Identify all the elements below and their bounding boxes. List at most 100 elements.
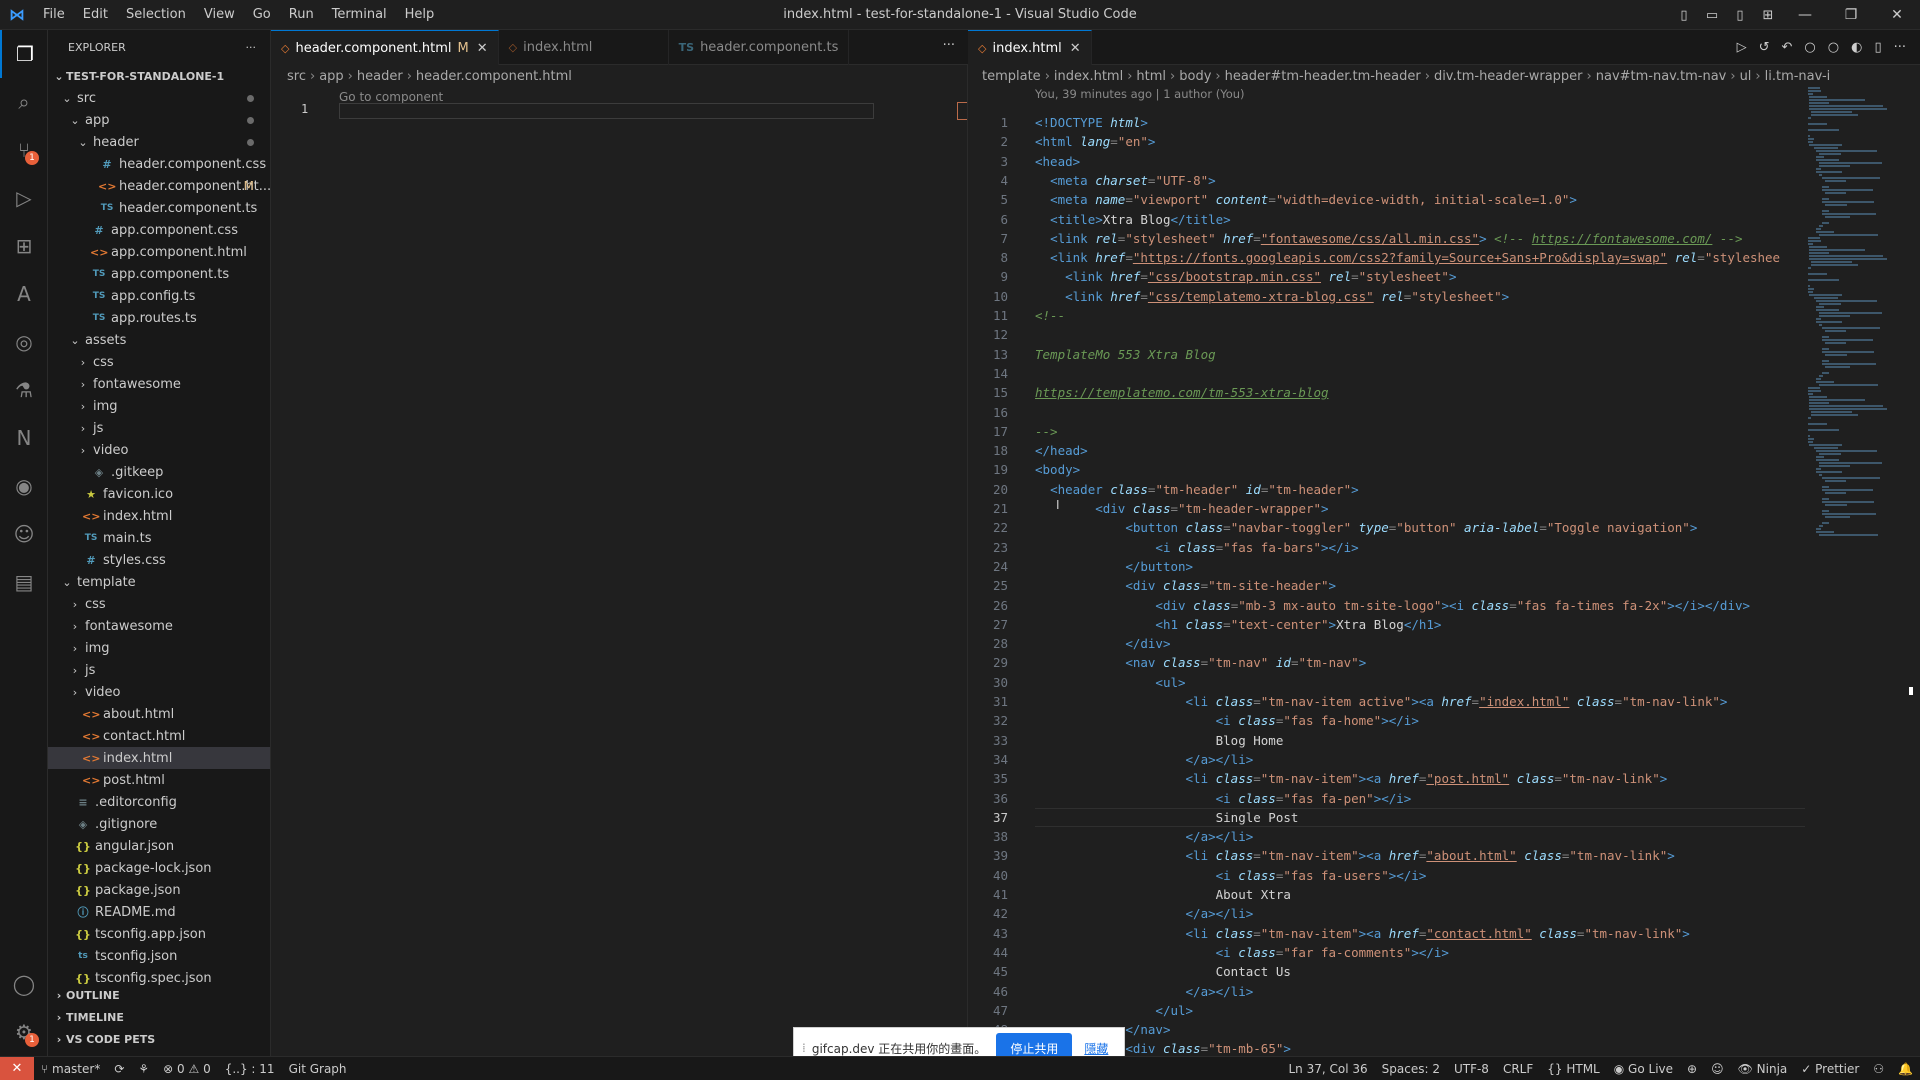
file-item[interactable]: <> header.component.ht... M [48, 175, 271, 197]
toggle-panel-icon[interactable]: ▭ [1698, 0, 1726, 30]
folder-item[interactable]: › js [48, 417, 270, 439]
git-graph-button[interactable]: Git Graph [282, 1062, 354, 1076]
extensions-icon[interactable]: ⊞ [0, 222, 48, 270]
breadcrumb-segment[interactable]: header [357, 69, 403, 84]
more-actions-icon[interactable]: ··· [1888, 40, 1912, 55]
tab-index-html[interactable]: ◇ index.html ✕ [968, 30, 1092, 65]
folder-item[interactable]: ⌄ src [48, 87, 270, 109]
menu-run[interactable]: Run [280, 0, 323, 30]
editor-more-actions-icon[interactable]: ··· [943, 38, 955, 53]
selection-indicator[interactable]: {..} : 11 [218, 1062, 282, 1076]
toggle-primary-sidebar-icon[interactable]: ▯ [1670, 0, 1698, 30]
file-item[interactable]: TS app.component.ts [48, 263, 270, 285]
tunnel-icon[interactable]: ⚘ [131, 1062, 156, 1076]
run-icon[interactable]: ▷ [1731, 40, 1753, 55]
customize-layout-icon[interactable]: ⊞ [1754, 0, 1782, 30]
line-endings[interactable]: CRLF [1496, 1062, 1540, 1076]
copilot-icon[interactable]: ☺ [0, 510, 48, 558]
timeline-section[interactable]: › TIMELINE [48, 1006, 271, 1028]
file-item[interactable]: TS app.config.ts [48, 285, 270, 307]
encoding[interactable]: UTF-8 [1447, 1062, 1496, 1076]
file-item[interactable]: TS main.ts [48, 527, 270, 549]
file-item[interactable]: # styles.css [48, 549, 270, 571]
file-item[interactable]: {} package-lock.json [48, 857, 270, 879]
angular-icon[interactable]: A [0, 270, 48, 318]
file-item[interactable]: <> app.component.html [48, 241, 270, 263]
menu-go[interactable]: Go [244, 0, 280, 30]
explorer-icon[interactable]: ❐ [0, 30, 48, 78]
folder-item[interactable]: ⌄ header [48, 131, 270, 153]
cursor-position[interactable]: Ln 37, Col 36 [1281, 1062, 1374, 1076]
tab-header-component-html[interactable]: ◇ header.component.html M ✕ [271, 30, 499, 65]
chat-icon[interactable]: ▤ [0, 558, 48, 606]
close-window-button[interactable]: ✕ [1874, 0, 1920, 30]
file-item[interactable]: ◈ .gitignore [48, 813, 270, 835]
remote-explorer-icon[interactable]: ◎ [0, 318, 48, 366]
problems-indicator[interactable]: ⊗ 0 ⚠ 0 [156, 1062, 218, 1076]
menu-terminal[interactable]: Terminal [323, 0, 396, 30]
breadcrumb-segment[interactable]: src [287, 69, 306, 84]
file-item[interactable]: {} angular.json [48, 835, 270, 857]
file-item[interactable]: ts tsconfig.json [48, 945, 270, 967]
file-item[interactable]: ≡ .editorconfig [48, 791, 270, 813]
menu-help[interactable]: Help [396, 0, 444, 30]
breadcrumb-segment[interactable]: app [319, 69, 343, 84]
folder-item[interactable]: › fontawesome [48, 615, 270, 637]
breadcrumb-segment[interactable]: div.tm-header-wrapper [1434, 69, 1583, 84]
search-icon[interactable]: ⌕ [0, 78, 48, 126]
hide-link[interactable]: 隱藏 [1084, 1040, 1108, 1057]
workspace-root[interactable]: ⌄ TEST-FOR-STANDALONE-1 [48, 65, 270, 87]
settings-gear-icon[interactable]: ⚙ 1 [0, 1008, 48, 1056]
minimap[interactable] [1808, 87, 1908, 647]
file-item[interactable]: <> index.html [48, 747, 270, 769]
folder-item[interactable]: ⌄ app [48, 109, 270, 131]
breadcrumb-segment[interactable]: index.html [1054, 69, 1123, 84]
file-item[interactable]: {} tsconfig.app.json [48, 923, 270, 945]
breadcrumb-segment[interactable]: header.component.html [416, 69, 572, 84]
file-item[interactable]: ◈ .gitkeep [48, 461, 270, 483]
notifications-bell-icon[interactable]: 🔔 [1891, 1062, 1920, 1076]
file-item[interactable]: TS header.component.ts [48, 197, 270, 219]
folder-item[interactable]: › css [48, 351, 270, 373]
accounts-icon[interactable]: ◯ [0, 960, 48, 1008]
minimize-button[interactable]: — [1782, 0, 1828, 30]
go-to-component-input[interactable] [339, 103, 874, 119]
file-item[interactable]: ⓘ README.md [48, 901, 270, 923]
timeline-history-icon[interactable]: ↺ [1753, 40, 1776, 55]
menu-selection[interactable]: Selection [117, 0, 195, 30]
folder-item[interactable]: › css [48, 593, 270, 615]
restore-button[interactable]: ❐ [1828, 0, 1874, 30]
outline-section[interactable]: › OUTLINE [48, 984, 271, 1006]
breadcrumb-segment[interactable]: nav#tm-nav.tm-nav [1596, 69, 1727, 84]
breadcrumb-segment[interactable]: header#tm-header.tm-header [1225, 69, 1421, 84]
menu-file[interactable]: File [34, 0, 74, 30]
copilot-status-icon[interactable]: ☺ [1704, 1062, 1731, 1076]
git-graph-icon[interactable]: ◉ [0, 462, 48, 510]
folder-item[interactable]: › fontawesome [48, 373, 270, 395]
breadcrumb-segment[interactable]: li.tm-nav-i [1765, 69, 1831, 84]
close-tab-icon[interactable]: ✕ [1070, 41, 1081, 56]
toggle-secondary-sidebar-icon[interactable]: ▯ [1726, 0, 1754, 30]
go-to-component-hint[interactable]: Go to component [339, 90, 874, 104]
folder-item[interactable]: › img [48, 395, 270, 417]
breadcrumb-segment[interactable]: ul [1740, 69, 1752, 84]
sync-icon[interactable]: ⟳ [107, 1062, 131, 1076]
close-tab-icon[interactable]: ✕ [477, 41, 488, 56]
drag-handle-icon[interactable]: ⁞ [802, 1041, 806, 1055]
extension-status-icon[interactable]: ⊕ [1680, 1062, 1704, 1076]
file-item[interactable]: <> post.html [48, 769, 270, 791]
folder-item[interactable]: › video [48, 439, 270, 461]
git-prev-icon[interactable]: ○ [1798, 40, 1821, 55]
indentation[interactable]: Spaces: 2 [1375, 1062, 1447, 1076]
breadcrumb-segment[interactable]: template [982, 69, 1041, 84]
branch-indicator[interactable]: ⑂ master* [34, 1062, 107, 1076]
file-item[interactable]: ★ favicon.ico [48, 483, 270, 505]
vertical-scrollbar[interactable] [1908, 87, 1920, 1055]
file-item[interactable]: <> index.html [48, 505, 270, 527]
tab-index-html[interactable]: ◇ index.html [499, 30, 669, 65]
breadcrumb-segment[interactable]: body [1179, 69, 1211, 84]
revert-icon[interactable]: ↶ [1776, 40, 1799, 55]
folder-item[interactable]: › js [48, 659, 270, 681]
source-control-icon[interactable]: ⑂ 1 [0, 126, 48, 174]
nx-console-icon[interactable]: N [0, 414, 48, 462]
